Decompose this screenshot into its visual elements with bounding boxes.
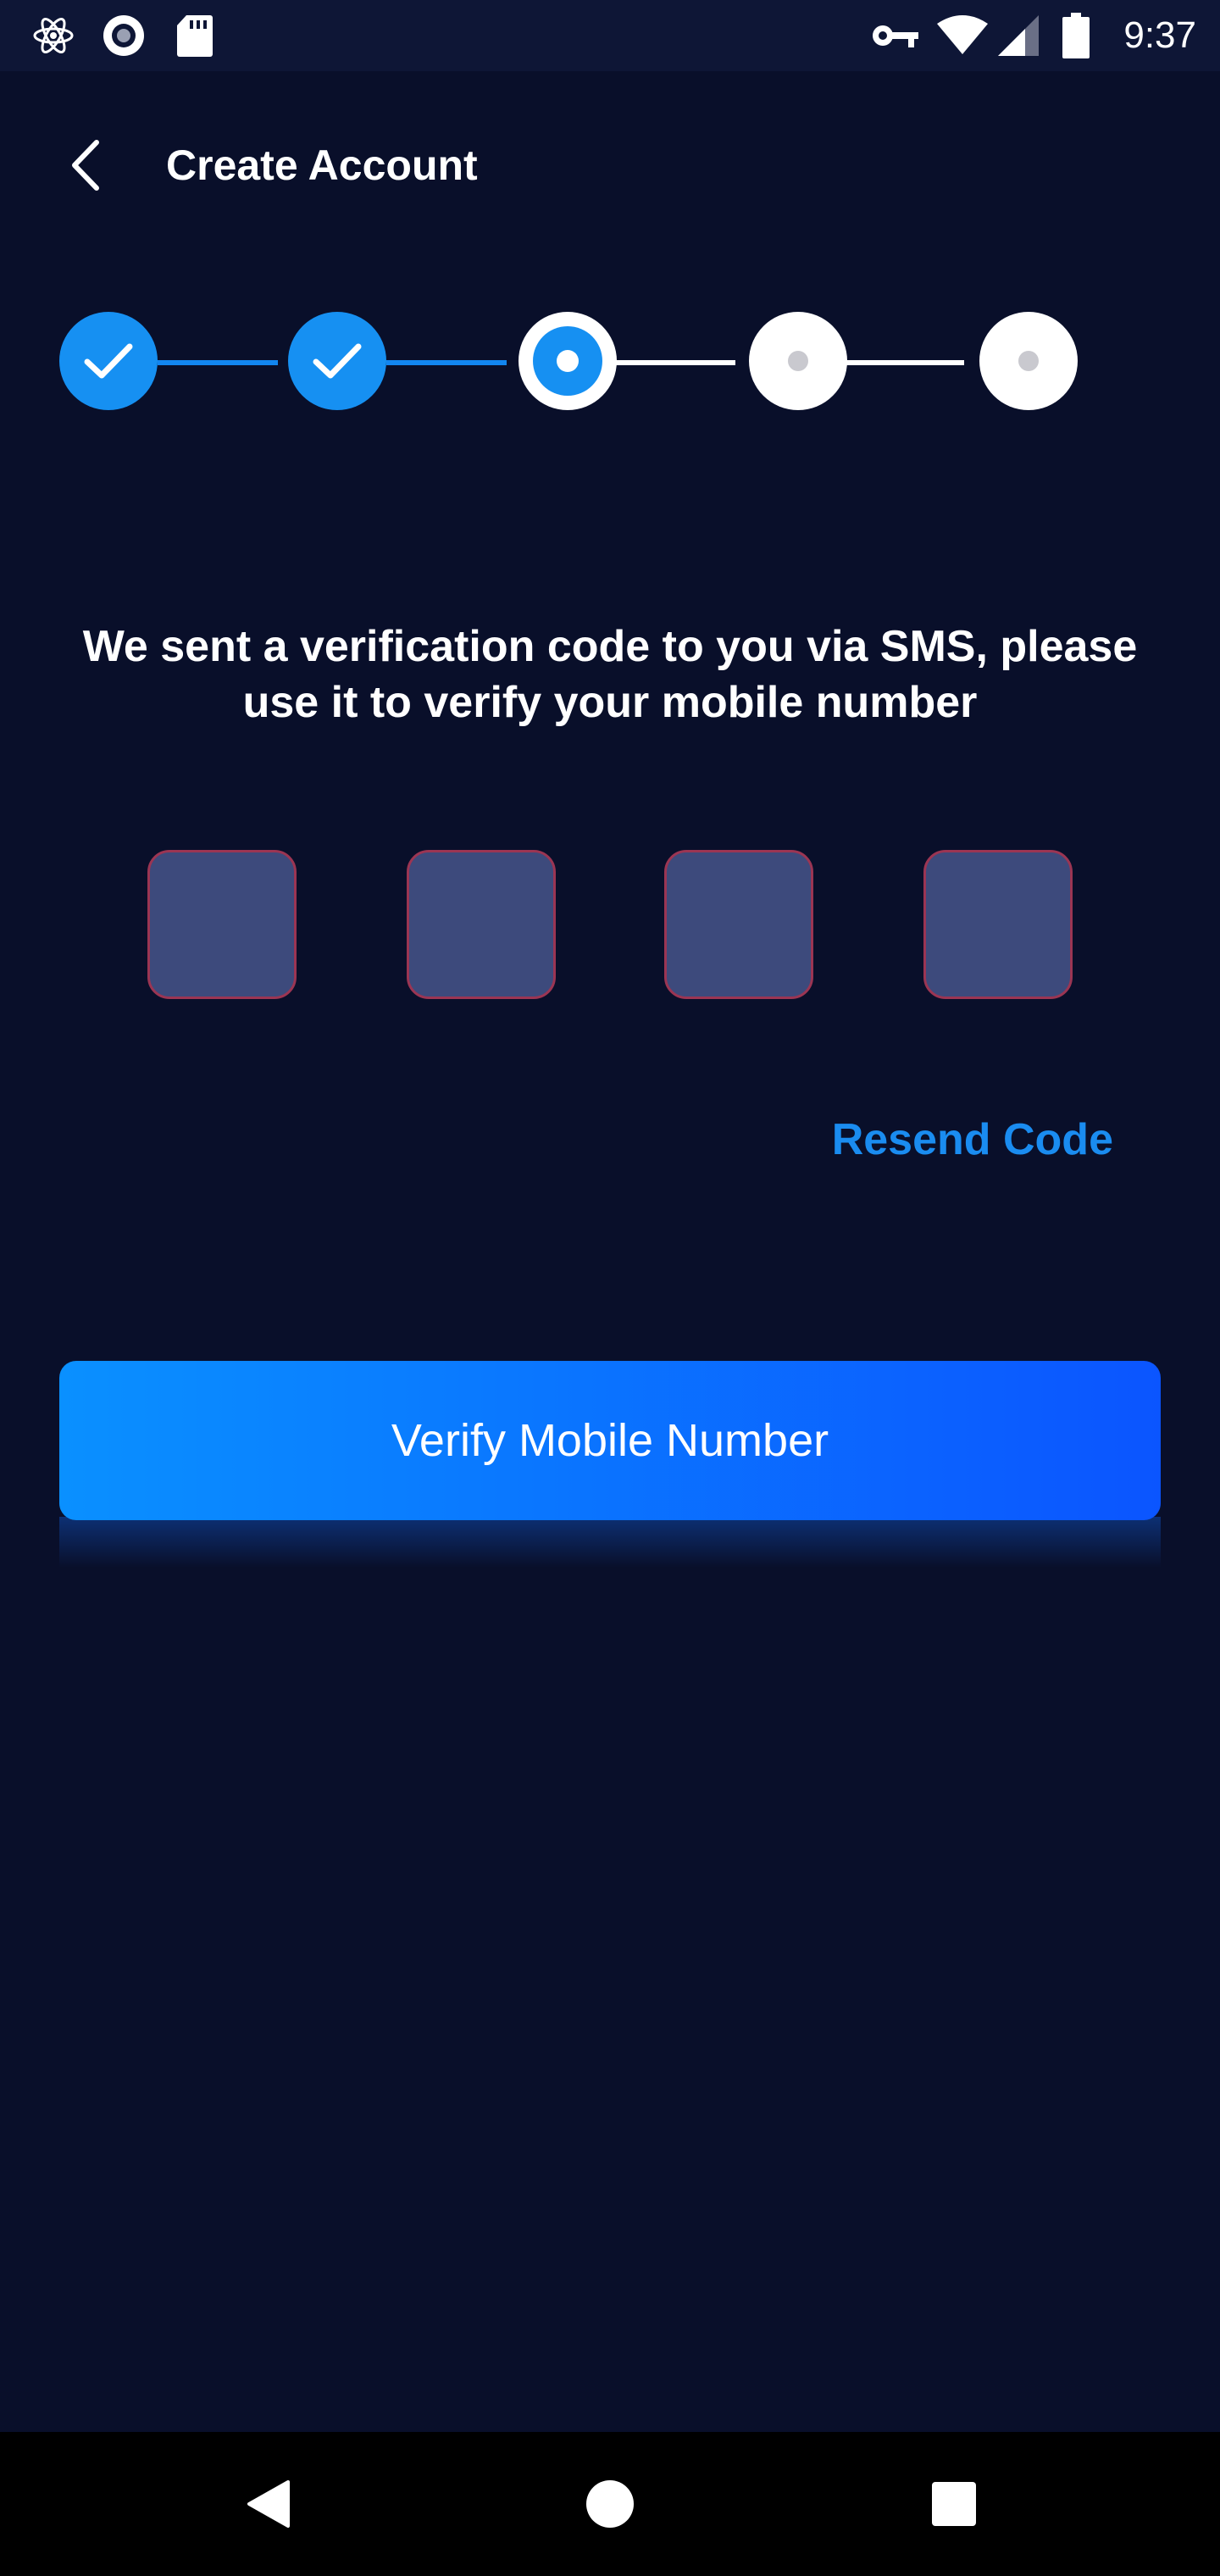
clock-text: 9:37 bbox=[1123, 14, 1196, 56]
checkmark-icon bbox=[84, 343, 133, 379]
key-icon bbox=[871, 0, 920, 71]
sd-card-icon bbox=[176, 0, 214, 71]
record-icon bbox=[102, 0, 146, 71]
screen: 9:37 Create Account We sent a verificati… bbox=[0, 0, 1220, 2576]
recents-square-icon bbox=[932, 2482, 976, 2526]
navigation-bar bbox=[0, 2432, 1220, 2576]
back-triangle-icon bbox=[247, 2480, 290, 2528]
step-5-pending bbox=[979, 312, 1078, 410]
code-digit-2-input[interactable] bbox=[407, 850, 556, 999]
progress-stepper bbox=[0, 312, 1220, 414]
instruction-text: We sent a verification code to you via S… bbox=[82, 622, 1138, 727]
button-glow bbox=[59, 1517, 1161, 1568]
step-connector bbox=[844, 360, 964, 365]
battery-icon bbox=[1062, 0, 1090, 71]
nav-back-button[interactable] bbox=[208, 2432, 327, 2576]
atom-icon bbox=[32, 0, 75, 71]
step-connector bbox=[158, 360, 278, 365]
checkmark-icon bbox=[313, 343, 362, 379]
step-4-pending bbox=[749, 312, 847, 410]
home-circle-icon bbox=[586, 2480, 634, 2528]
back-button[interactable] bbox=[51, 127, 119, 203]
chevron-left-icon bbox=[72, 140, 99, 191]
code-digit-3-input[interactable] bbox=[664, 850, 813, 999]
status-bar: 9:37 bbox=[0, 0, 1220, 71]
nav-recents-button[interactable] bbox=[895, 2432, 1013, 2576]
step-connector bbox=[615, 360, 735, 365]
signal-icon bbox=[996, 0, 1040, 71]
page-title: Create Account bbox=[166, 142, 478, 189]
step-2-completed bbox=[288, 312, 386, 410]
step-3-current bbox=[518, 312, 617, 410]
resend-code-link[interactable]: Resend Code bbox=[832, 1112, 1113, 1168]
code-digit-1-input[interactable] bbox=[147, 850, 297, 999]
nav-home-button[interactable] bbox=[551, 2432, 669, 2576]
step-connector bbox=[386, 360, 507, 365]
wifi-icon bbox=[937, 0, 988, 71]
current-step-dot bbox=[557, 350, 579, 372]
verify-mobile-number-button[interactable]: Verify Mobile Number bbox=[59, 1361, 1161, 1520]
code-digit-4-input[interactable] bbox=[923, 850, 1073, 999]
step-1-completed bbox=[59, 312, 158, 410]
